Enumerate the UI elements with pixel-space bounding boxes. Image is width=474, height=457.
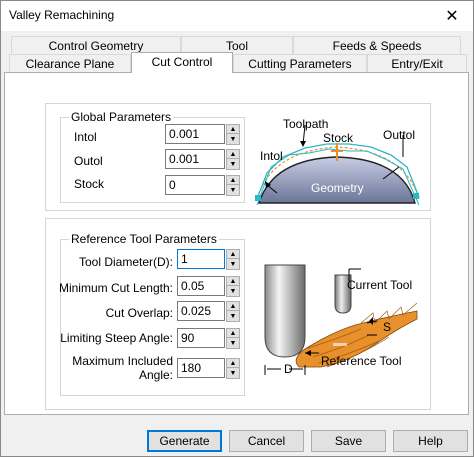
spin-up-icon[interactable]: ▲ — [227, 125, 239, 134]
outol-spinner[interactable]: ▲ ▼ — [226, 149, 240, 170]
geometry-label: Geometry — [311, 181, 364, 195]
limiting-steep-angle-input[interactable]: 90 — [177, 328, 225, 348]
minimum-cut-length-spinner[interactable]: ▲ ▼ — [226, 276, 240, 297]
maximum-included-label: Maximum Included — [72, 354, 173, 368]
reference-tool-label: Reference Tool — [321, 354, 402, 368]
spin-down-icon[interactable]: ▼ — [227, 369, 239, 378]
maximum-included-angle-input[interactable]: 180 — [177, 358, 225, 378]
spin-up-icon[interactable]: ▲ — [227, 150, 239, 159]
spin-up-icon[interactable]: ▲ — [227, 359, 239, 368]
cut-control-panel: Global Parameters Intol 0.001 ▲ ▼ Outol … — [4, 72, 469, 415]
spin-up-icon[interactable]: ▲ — [227, 277, 239, 286]
outol-input[interactable]: 0.001 — [165, 149, 225, 169]
spin-up-icon[interactable]: ▲ — [227, 302, 239, 311]
cancel-button[interactable]: Cancel — [229, 430, 304, 452]
cut-overlap-input[interactable]: 0.025 — [177, 301, 225, 321]
close-icon[interactable]: ✕ — [437, 4, 467, 28]
spin-up-icon[interactable]: ▲ — [227, 329, 239, 338]
stock-spinner[interactable]: ▲ ▼ — [226, 175, 240, 196]
tab-cut-control[interactable]: Cut Control — [131, 52, 233, 73]
stock-diagram-label: Stock — [323, 131, 354, 145]
spin-down-icon[interactable]: ▼ — [227, 287, 239, 296]
geometry-shape — [258, 156, 416, 204]
intol-diagram-label: Intol — [260, 149, 283, 163]
save-button[interactable]: Save — [311, 430, 386, 452]
intol-label: Intol — [74, 130, 97, 144]
limiting-steep-angle-label: Limiting Steep Angle: — [60, 331, 173, 345]
toolpath-corner-right — [413, 193, 419, 199]
minimum-cut-length-input[interactable]: 0.05 — [177, 276, 225, 296]
spin-down-icon[interactable]: ▼ — [227, 160, 239, 169]
d-label: D — [284, 362, 293, 376]
current-tool-label: Current Tool — [347, 278, 413, 292]
tool-diameter-spinner[interactable]: ▲ ▼ — [226, 249, 240, 270]
spin-up-icon[interactable]: ▲ — [227, 250, 239, 259]
maximum-included-angle-spinner[interactable]: ▲ ▼ — [226, 358, 240, 379]
tool-diameter-input[interactable]: 1 — [177, 249, 225, 269]
reference-tool-shape — [264, 264, 306, 358]
toolpath-label: Toolpath — [283, 117, 329, 131]
outol-label: Outol — [74, 154, 103, 168]
tab-cutting-parameters[interactable]: Cutting Parameters — [233, 54, 367, 73]
tab-feeds-speeds[interactable]: Feeds & Speeds — [293, 36, 461, 55]
intol-spinner[interactable]: ▲ ▼ — [226, 124, 240, 145]
cut-overlap-label: Cut Overlap: — [105, 306, 173, 320]
tool-diameter-label: Tool Diameter(D): — [78, 255, 173, 269]
spin-down-icon[interactable]: ▼ — [227, 339, 239, 348]
toolpath-corner-left — [255, 195, 261, 201]
tab-entry-exit[interactable]: Entry/Exit — [367, 54, 467, 73]
spin-down-icon[interactable]: ▼ — [227, 312, 239, 321]
help-button[interactable]: Help — [393, 430, 468, 452]
limiting-steep-angle-spinner[interactable]: ▲ ▼ — [226, 328, 240, 349]
spin-down-icon[interactable]: ▼ — [227, 260, 239, 269]
tab-clearance-plane[interactable]: Clearance Plane — [9, 54, 131, 73]
minimum-cut-length-label: Minimum Cut Length: — [58, 281, 173, 295]
valley-remachining-dialog: Valley Remachining ✕ Control Geometry To… — [0, 0, 474, 457]
cut-overlap-spinner[interactable]: ▲ ▼ — [226, 301, 240, 322]
stock-input[interactable]: 0 — [165, 175, 225, 195]
generate-button[interactable]: Generate — [147, 430, 222, 452]
intol-input[interactable]: 0.001 — [165, 124, 225, 144]
spin-up-icon[interactable]: ▲ — [227, 176, 239, 185]
window-title: Valley Remachining — [9, 8, 115, 22]
s-label: S — [383, 320, 392, 334]
spin-down-icon[interactable]: ▼ — [227, 186, 239, 195]
outtol-label: Outtol — [383, 128, 416, 142]
title-bar: Valley Remachining ✕ — [1, 1, 473, 31]
angle-label: Angle: — [138, 368, 173, 382]
global-parameters-title: Global Parameters — [69, 110, 174, 124]
toolpath-arrowhead — [300, 141, 306, 147]
reference-tool-parameters-title: Reference Tool Parameters — [69, 232, 219, 246]
stock-label: Stock — [74, 177, 105, 191]
spin-down-icon[interactable]: ▼ — [227, 135, 239, 144]
